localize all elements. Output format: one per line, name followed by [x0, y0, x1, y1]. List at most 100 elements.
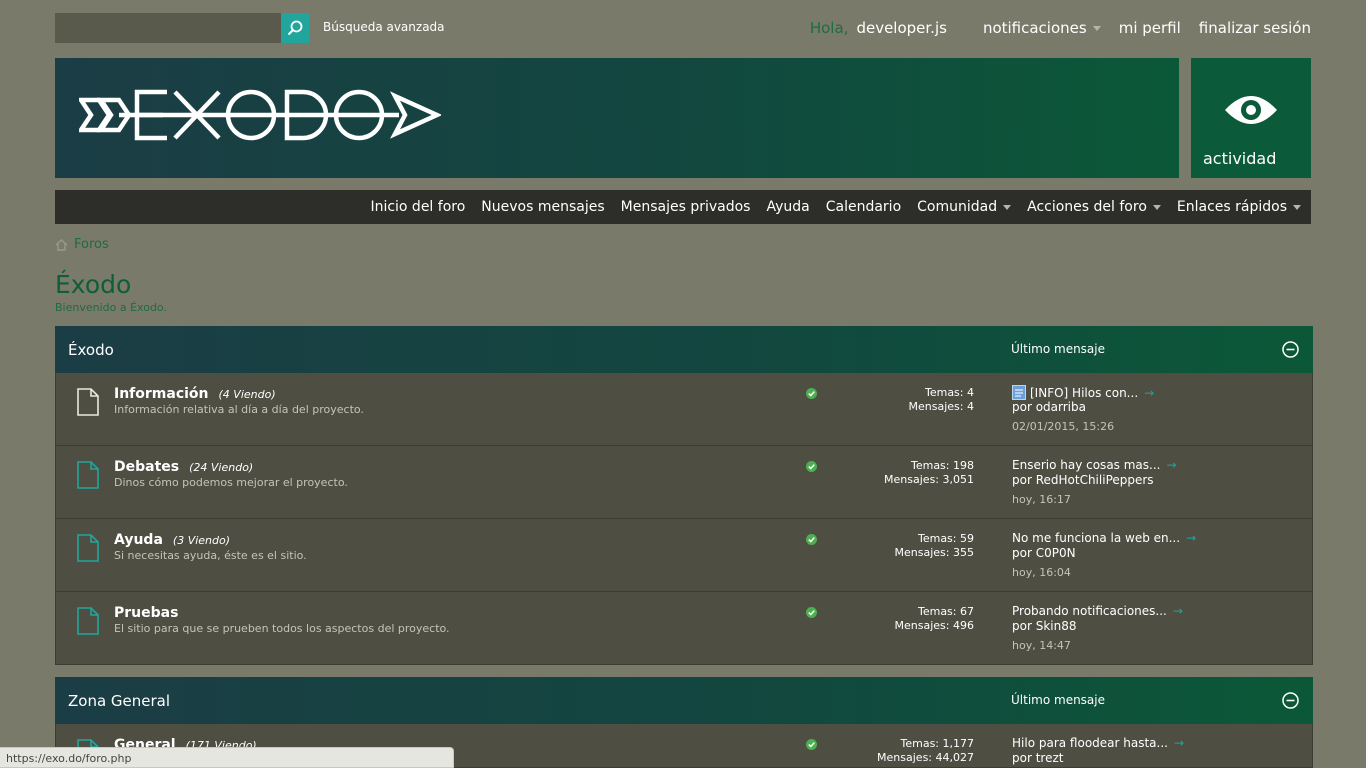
forum-row: Información (4 Viendo) Información relati… [55, 373, 1313, 446]
forum-title-link[interactable]: Pruebas [114, 605, 188, 621]
last-post-link[interactable]: [INFO] Hilos con... → [1012, 385, 1154, 400]
category-title[interactable]: Zona General [68, 692, 170, 710]
category-block: Éxodo Último mensaje Información (4 Viend… [55, 326, 1313, 665]
chevron-down-icon [1293, 204, 1301, 210]
user-links: Hola, developer.js notificaciones mi per… [810, 19, 1311, 37]
collapse-icon[interactable] [1282, 341, 1299, 358]
last-post-header: Último mensaje [1011, 342, 1106, 356]
topics-count: Temas: 1,177 [900, 737, 975, 750]
site-banner [55, 58, 1179, 178]
chevron-down-icon [1152, 204, 1161, 210]
nav-community[interactable]: Comunidad [917, 199, 1012, 215]
last-post-link[interactable]: Enserio hay cosas mas... → [1012, 458, 1177, 472]
nav-forum-actions[interactable]: Acciones del foro [1027, 199, 1161, 215]
document-icon [1012, 385, 1026, 400]
activity-button[interactable]: actividad [1191, 58, 1311, 178]
topics-count: Temas: 198 [910, 459, 974, 472]
nav-community-label: Comunidad [917, 199, 998, 215]
viewing-count: (3 Viendo) [172, 534, 231, 547]
last-post-author[interactable]: por C0P0N [1012, 546, 1076, 560]
last-post-title: Hilo para floodear hasta... [1012, 736, 1168, 750]
category-header: Éxodo Último mensaje [55, 326, 1313, 373]
category-header: Zona General Último mensaje [55, 677, 1313, 724]
home-icon[interactable] [55, 238, 68, 251]
viewing-count: (24 Viendo) [189, 461, 254, 474]
last-post-date: hoy, 16:17 [1012, 493, 1071, 506]
forum-stats: Temas: 1,177 Mensajes: 44,027 [877, 737, 974, 765]
forum-description: Dinos cómo podemos mejorar el proyecto. [114, 476, 348, 489]
chevron-down-icon [1092, 25, 1101, 31]
forum-description: Información relativa al día a día del pr… [114, 403, 364, 416]
last-post-title: Probando notificaciones... [1012, 604, 1167, 618]
nav-new-posts[interactable]: Nuevos mensajes [481, 199, 604, 215]
forum-stats: Temas: 59 Mensajes: 355 [895, 532, 974, 560]
top-bar: Búsqueda avanzada Hola, developer.js not… [55, 13, 1311, 43]
main-nav: Inicio del foro Nuevos mensajes Mensajes… [55, 190, 1311, 224]
last-post-title: Enserio hay cosas mas... [1012, 458, 1161, 472]
last-post-link[interactable]: Hilo para floodear hasta... → [1012, 736, 1184, 750]
nav-forum-actions-label: Acciones del foro [1027, 199, 1147, 215]
page-title: Éxodo [55, 270, 132, 299]
site-logo[interactable] [76, 88, 443, 146]
arrow-right-icon[interactable]: → [1173, 604, 1183, 618]
browser-status-bar: https://exo.do/foro.php [0, 747, 454, 768]
chevron-down-icon [1003, 204, 1012, 210]
last-post-author[interactable]: por trezt [1012, 751, 1063, 765]
arrow-right-icon[interactable]: → [1174, 736, 1184, 750]
posts-count: Mensajes: 3,051 [884, 473, 974, 486]
forum-row: Ayuda (3 Viendo) Si necesitas ayuda, éste… [55, 519, 1313, 592]
last-post-date: 02/01/2015, 15:26 [1012, 420, 1115, 433]
arrow-right-icon[interactable]: → [1166, 458, 1176, 472]
username-link[interactable]: developer.js [856, 19, 947, 37]
last-post-title: [INFO] Hilos con... [1030, 385, 1139, 400]
nav-calendar[interactable]: Calendario [826, 199, 901, 215]
activity-label: actividad [1203, 149, 1277, 168]
breadcrumb-forums-link[interactable]: Foros [74, 237, 109, 252]
arrow-right-icon[interactable]: → [1186, 531, 1196, 545]
collapse-icon[interactable] [1282, 692, 1299, 709]
forum-row: Pruebas El sitio para que se prueben tod… [55, 592, 1313, 665]
notifications-menu[interactable]: notificaciones [983, 19, 1101, 37]
forum-row: Debates (24 Viendo) Dinos cómo podemos me… [55, 446, 1313, 519]
last-post-title: No me funciona la web en... [1012, 531, 1181, 545]
nav-forum-home[interactable]: Inicio del foro [370, 199, 465, 215]
logout-link[interactable]: finalizar sesión [1199, 19, 1311, 37]
greeting: Hola, [809, 19, 849, 37]
nav-private-messages[interactable]: Mensajes privados [621, 199, 751, 215]
forum-title-link[interactable]: Debates (24 Viendo) [114, 459, 253, 475]
search-input[interactable] [55, 13, 281, 43]
posts-count: Mensajes: 44,027 [877, 751, 974, 764]
last-post-author[interactable]: por Skin88 [1012, 619, 1076, 633]
profile-link[interactable]: mi perfil [1119, 19, 1181, 37]
check-icon [806, 461, 817, 472]
search-box [55, 13, 309, 43]
last-post-author[interactable]: por odarriba [1012, 400, 1086, 414]
search-button[interactable] [281, 13, 309, 43]
forum-title-link[interactable]: Información (4 Viendo) [114, 386, 276, 402]
nav-help[interactable]: Ayuda [766, 199, 809, 215]
advanced-search-link[interactable]: Búsqueda avanzada [323, 20, 445, 34]
notifications-label: notificaciones [982, 19, 1087, 37]
posts-count: Mensajes: 496 [894, 619, 974, 632]
nav-quick-links-label: Enlaces rápidos [1176, 199, 1287, 215]
topics-count: Temas: 67 [917, 605, 974, 618]
forum-description: El sitio para que se prueben todos los a… [114, 622, 450, 635]
last-post-author[interactable]: por RedHotChiliPeppers [1012, 473, 1154, 487]
forum-title: Pruebas [114, 605, 179, 621]
forum-stats: Temas: 4 Mensajes: 4 [909, 386, 974, 414]
forum-title: Información [114, 386, 209, 402]
forum-read-icon [77, 388, 99, 416]
check-icon [806, 534, 817, 545]
last-post-link[interactable]: No me funciona la web en... → [1012, 531, 1196, 545]
breadcrumb: Foros [55, 237, 109, 252]
posts-count: Mensajes: 4 [908, 400, 974, 413]
exodo-logo-icon [76, 89, 443, 141]
category-title[interactable]: Éxodo [68, 341, 114, 359]
page-subtitle: Bienvenido a Éxodo. [55, 301, 167, 314]
check-icon [806, 607, 817, 618]
last-post-link[interactable]: Probando notificaciones... → [1012, 604, 1183, 618]
forum-new-posts-icon [77, 461, 99, 489]
arrow-right-icon[interactable]: → [1144, 386, 1154, 400]
nav-quick-links[interactable]: Enlaces rápidos [1177, 199, 1301, 215]
forum-title-link[interactable]: Ayuda (3 Viendo) [114, 532, 230, 548]
